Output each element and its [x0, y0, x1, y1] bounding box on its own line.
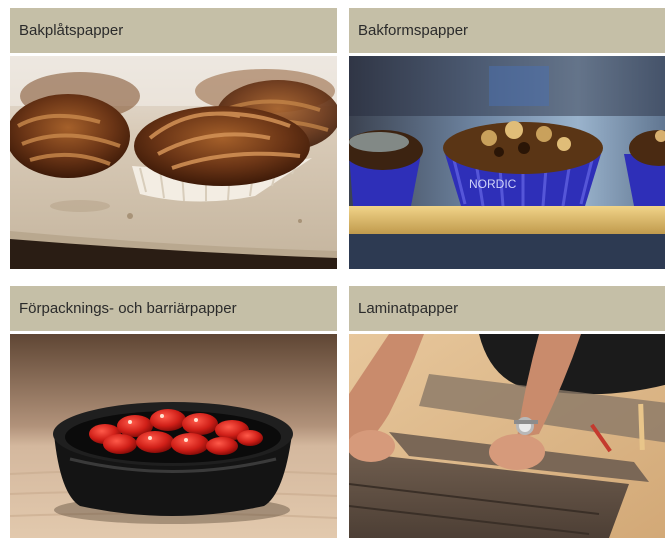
card-image-laminate-floor[interactable] [349, 334, 665, 538]
product-card-bakplatspapper[interactable]: Bakplåtspapper [10, 8, 337, 269]
card-title[interactable]: Laminatpapper [358, 300, 458, 317]
card-header[interactable]: Förpacknings- och barriärpapper [10, 286, 337, 331]
card-title[interactable]: Bakplåtspapper [19, 22, 123, 39]
card-image-strawberry-bowl[interactable] [10, 334, 337, 538]
card-header[interactable]: Bakplåtspapper [10, 8, 337, 53]
card-title[interactable]: Förpacknings- och barriärpapper [19, 300, 237, 317]
product-card-laminatpapper[interactable]: Laminatpapper [349, 286, 665, 538]
card-image-muffins[interactable]: NORDIC [349, 56, 665, 269]
card-image-pastries[interactable] [10, 56, 337, 269]
product-card-bakformspapper[interactable]: Bakformspapper NORDIC [349, 8, 665, 269]
card-header[interactable]: Bakformspapper [349, 8, 665, 53]
product-card-forpackningspapper[interactable]: Förpacknings- och barriärpapper [10, 286, 337, 538]
card-header[interactable]: Laminatpapper [349, 286, 665, 331]
product-grid: Bakplåtspapper Bakformspapper NORDIC För… [0, 0, 665, 540]
cup-print-text: NORDIC [469, 177, 517, 191]
card-title[interactable]: Bakformspapper [358, 22, 468, 39]
